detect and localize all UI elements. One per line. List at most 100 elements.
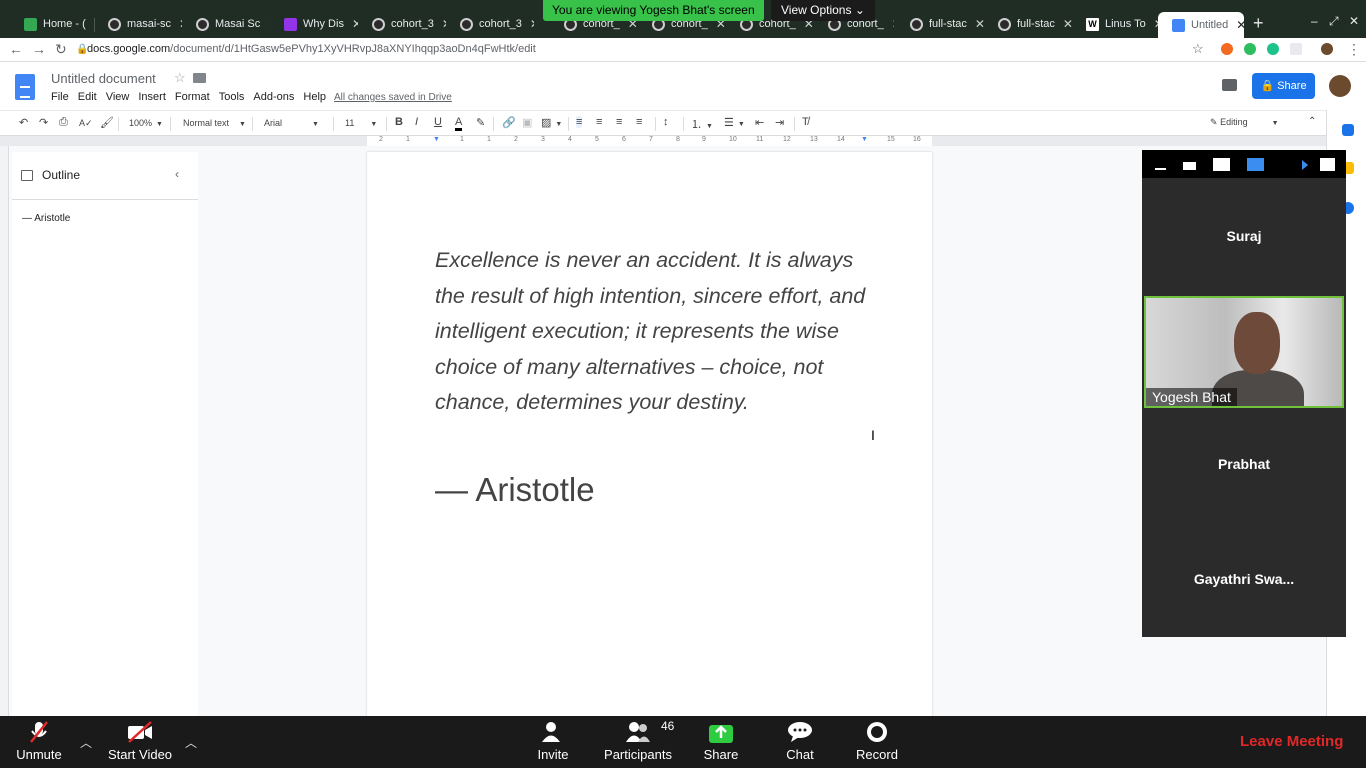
quote-author[interactable]: — Aristotle [435,471,595,509]
profile-avatar[interactable] [1321,43,1333,55]
close-tab-icon[interactable]: ✕ [1236,18,1244,32]
align-center-icon[interactable]: ≡ [596,116,602,128]
browser-tab-active[interactable]: Untitled ✕ [1158,12,1244,38]
record-button[interactable]: Record [854,721,900,762]
browser-tab[interactable]: W Linus To ✕ [1072,13,1160,35]
clear-formatting-icon[interactable]: T̸ [802,116,809,128]
folder-icon[interactable] [193,73,206,83]
exit-fullscreen-icon[interactable] [1320,158,1335,171]
maximize-icon[interactable]: ⤢ [1329,14,1339,29]
italic-icon[interactable]: I [415,116,418,128]
font-size-select[interactable]: 11 ▼ [345,118,377,128]
back-icon[interactable]: ← [9,41,23,57]
insert-comment-icon[interactable]: ▣ [522,116,532,129]
bookmark-star-icon[interactable]: ☆ [1192,41,1204,57]
more-menu-icon[interactable]: ⋮ [1347,41,1361,58]
calendar-icon[interactable] [1342,124,1354,136]
text-color-icon[interactable]: A [455,116,463,131]
google-docs-logo-icon[interactable] [15,74,35,100]
quote-text[interactable]: Excellence is never an accident. It is a… [435,243,875,421]
editing-mode-select[interactable]: ✎ Editing ▼ [1210,117,1279,128]
browser-tab[interactable]: cohort_3✕ [446,13,534,35]
participant-name[interactable]: Prabhat [1142,456,1346,472]
collapse-outline-icon[interactable]: ‹ [175,167,179,181]
bulleted-list-icon[interactable]: ☰ ▼ [724,116,745,129]
bold-icon[interactable]: B [395,116,403,128]
undo-icon[interactable]: ↶ [19,116,28,129]
thumbnail-view-icon[interactable] [1183,162,1196,170]
spellcheck-icon[interactable]: A✓ [79,118,93,129]
numbered-list-icon[interactable]: ⒈ ▼ [691,116,713,132]
invite-button[interactable]: Invite [531,721,575,762]
paint-format-icon[interactable]: 🖌 [100,116,114,129]
next-page-icon[interactable] [1302,160,1308,170]
new-tab-icon[interactable]: + [1253,13,1264,34]
close-tab-icon[interactable]: ✕ [892,17,894,31]
menu-tools[interactable]: Tools [219,91,245,103]
close-window-icon[interactable]: ✕ [1349,14,1359,28]
document-page[interactable]: Excellence is never an accident. It is a… [367,152,932,716]
minimize-icon[interactable] [1155,168,1166,170]
reload-icon[interactable]: ↻ [55,41,67,58]
left-indent-marker-icon[interactable]: ▼ [433,136,440,143]
browser-tab[interactable]: Home - (✕ [10,13,90,35]
share-screen-button[interactable]: Share [702,721,740,762]
extension-icon[interactable] [1290,43,1302,55]
audio-options-caret-icon[interactable]: ︿ [80,734,92,751]
line-spacing-icon[interactable]: ↕ [663,116,669,128]
browser-tab[interactable]: full-stac ✕ [984,13,1072,35]
speaker-view-icon[interactable] [1213,158,1230,171]
extension-icon[interactable] [1267,43,1279,55]
document-title[interactable]: Untitled document [51,71,156,86]
menu-edit[interactable]: Edit [78,91,97,103]
justify-icon[interactable]: ≡ [636,116,642,128]
browser-tab[interactable]: cohort_3✕ [358,13,446,35]
menu-help[interactable]: Help [303,91,326,103]
menu-view[interactable]: View [106,91,130,103]
unmute-button[interactable]: Unmute [14,721,64,762]
menu-file[interactable]: File [51,91,69,103]
save-status[interactable]: All changes saved in Drive [334,92,452,103]
star-icon[interactable]: ☆ [174,70,186,86]
browser-tab[interactable]: Why Dis ✕ [270,13,358,35]
font-select[interactable]: Arial ▼ [264,118,319,128]
redo-icon[interactable]: ↷ [39,116,48,129]
gallery-view-icon[interactable] [1247,158,1264,171]
evernote-extension-icon[interactable] [1244,43,1256,55]
url-field[interactable]: docs.google.com/document/d/1HtGasw5ePVhy… [87,43,536,55]
highlight-color-icon[interactable]: ✎ [476,116,485,129]
close-tab-icon[interactable]: ✕ [530,17,534,31]
leave-meeting-button[interactable]: Leave Meeting [1240,733,1343,750]
chat-button[interactable]: Chat [782,721,818,762]
decrease-indent-icon[interactable]: ⇤ [755,116,764,129]
menu-insert[interactable]: Insert [138,91,166,103]
insert-image-icon[interactable]: ▨ ▼ [541,116,562,129]
active-speaker-video[interactable]: Yogesh Bhat [1144,296,1344,408]
outline-item[interactable]: — Aristotle [22,213,70,224]
close-tab-icon[interactable]: ✕ [975,17,984,31]
zoom-select[interactable]: 100% ▼ [129,118,163,128]
horizontal-ruler[interactable]: 2 1 ▼ 1 1 2 3 4 5 6 7 8 9 10 11 12 13 14… [367,136,932,146]
menu-format[interactable]: Format [175,91,210,103]
participant-name[interactable]: Suraj [1142,228,1346,244]
participant-name[interactable]: Gayathri Swa... [1142,571,1346,587]
share-button[interactable]: 🔒 Share [1252,73,1315,99]
underline-icon[interactable]: U [434,116,442,128]
browser-tab[interactable]: masai-sc✕ [94,13,182,35]
video-options-caret-icon[interactable]: ︿ [185,734,197,751]
minimize-icon[interactable]: – [1311,14,1318,28]
menu-addons[interactable]: Add-ons [253,91,294,103]
align-left-icon[interactable]: ≡ [576,116,583,128]
collapse-toolbar-icon[interactable]: ⌃ [1308,116,1316,127]
extension-icon[interactable] [1221,43,1233,55]
browser-tab[interactable]: Masai Sc✕ [182,13,270,35]
start-video-button[interactable]: Start Video [104,721,176,762]
close-tab-icon[interactable]: ✕ [1063,17,1072,31]
vertical-ruler[interactable] [0,146,9,716]
forward-icon[interactable]: → [32,41,46,57]
print-icon[interactable]: ⎙ [59,116,68,129]
view-options-button[interactable]: View Options ⌄ [771,0,875,21]
paragraph-style-select[interactable]: Normal text ▼ [183,118,246,128]
right-indent-marker-icon[interactable]: ▼ [861,136,868,143]
insert-link-icon[interactable]: 🔗 [502,116,516,129]
